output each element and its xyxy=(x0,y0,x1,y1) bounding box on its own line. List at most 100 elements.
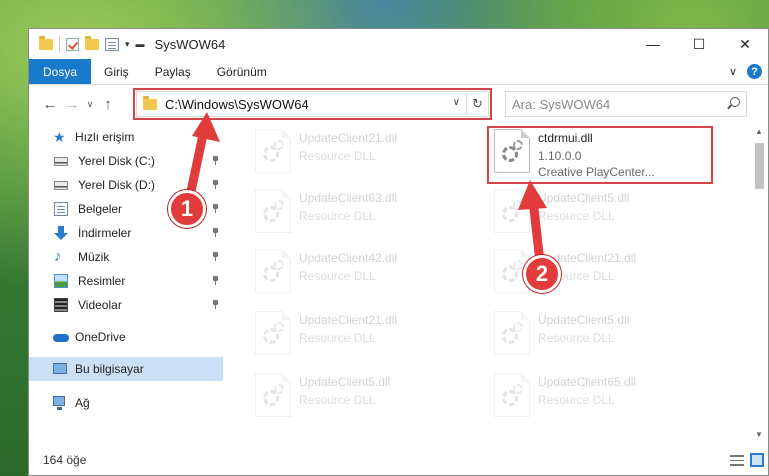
scroll-down-icon[interactable]: ▼ xyxy=(755,430,763,439)
star-icon: ★ xyxy=(53,129,66,145)
maximize-button[interactable]: ☐ xyxy=(676,29,722,59)
properties-check-icon[interactable] xyxy=(66,37,79,51)
dll-file-icon xyxy=(255,129,291,173)
file-name: UpdateClient65.dll xyxy=(538,375,637,389)
content-area: ★ Hızlı erişim Yerel Disk (C:) Yerel Dis… xyxy=(29,123,768,443)
sidebar-item-quick-access[interactable]: ★ Hızlı erişim xyxy=(29,125,223,149)
file-item[interactable]: UpdateClient65.dll Resource DLL xyxy=(490,369,715,425)
document-icon xyxy=(54,202,68,216)
file-name: UpdateClient5.dll xyxy=(538,313,630,327)
file-item[interactable]: UpdateClient5.dll Resource DLL xyxy=(490,307,715,363)
chevron-down-icon[interactable]: ▾ xyxy=(125,39,130,50)
dll-file-icon xyxy=(255,189,291,233)
file-item[interactable]: UpdateClient21.dll Resource DLL xyxy=(251,307,476,363)
status-bar: 164 öğe xyxy=(29,443,768,475)
properties-icon[interactable] xyxy=(105,37,119,51)
sidebar-item-label: Yerel Disk (D:) xyxy=(78,178,155,192)
file-type: Resource DLL xyxy=(538,209,615,223)
file-name: UpdateClient42.dll xyxy=(299,251,398,265)
pin-icon[interactable] xyxy=(212,156,219,165)
item-count: 164 öğe xyxy=(43,453,87,467)
tab-file[interactable]: Dosya xyxy=(29,59,92,84)
sidebar-item-label: Yerel Disk (C:) xyxy=(78,154,155,168)
sidebar-item-label: Bu bilgisayar xyxy=(75,362,144,376)
videos-icon xyxy=(54,298,68,312)
file-name: UpdateClient5.dll xyxy=(299,375,391,389)
up-button[interactable]: ↑ xyxy=(97,96,119,113)
file-item[interactable]: UpdateClient5.dll Resource DLL xyxy=(251,369,476,425)
sidebar-item-network[interactable]: Ağ xyxy=(29,391,223,415)
dll-file-icon xyxy=(494,189,530,233)
explorer-window: ▾ ▬ SysWOW64 — ☐ ✕ Dosya Giriş Paylaş Gö… xyxy=(28,28,769,476)
step-1-badge: 1 xyxy=(168,190,206,228)
pictures-icon xyxy=(54,274,68,288)
navigation-pane: ★ Hızlı erişim Yerel Disk (C:) Yerel Dis… xyxy=(29,123,223,443)
vertical-scrollbar[interactable]: ▲ ▼ xyxy=(751,123,768,443)
sidebar-item-label: OneDrive xyxy=(75,330,126,344)
sidebar-item-videos[interactable]: Videolar xyxy=(29,293,223,317)
file-name: UpdateClient21.dll xyxy=(299,131,398,145)
scroll-up-icon[interactable]: ▲ xyxy=(755,127,763,136)
tiles-view-icon[interactable] xyxy=(750,453,764,467)
tab-share[interactable]: Paylaş xyxy=(142,59,204,84)
file-type: Resource DLL xyxy=(299,149,376,163)
new-folder-icon[interactable] xyxy=(85,35,99,50)
step-2-badge: 2 xyxy=(523,255,561,293)
address-highlight-box xyxy=(133,88,492,120)
sidebar-item-pictures[interactable]: Resimler xyxy=(29,269,223,293)
file-highlight-box xyxy=(487,126,713,184)
file-type: Resource DLL xyxy=(538,331,615,345)
pin-icon[interactable] xyxy=(212,276,219,285)
pin-icon[interactable] xyxy=(212,228,219,237)
network-icon xyxy=(53,396,65,410)
details-view-icon[interactable] xyxy=(730,455,744,466)
file-name: UpdateClient21.dll xyxy=(299,313,398,327)
music-icon: ♪ xyxy=(54,248,62,265)
pin-icon[interactable] xyxy=(212,300,219,309)
expand-ribbon-icon[interactable]: ∨ xyxy=(729,65,737,78)
file-name: UpdateClient5.dll xyxy=(538,191,630,205)
tab-home[interactable]: Giriş xyxy=(91,59,142,84)
file-type: Resource DLL xyxy=(299,269,376,283)
recent-locations-button[interactable]: ∨ xyxy=(83,99,97,110)
file-type: Resource DLL xyxy=(299,209,376,223)
search-input[interactable]: Ara: SysWOW64 xyxy=(505,91,747,117)
scroll-thumb[interactable] xyxy=(755,143,764,189)
file-name: UpdateClient63.dll xyxy=(299,191,398,205)
close-button[interactable]: ✕ xyxy=(722,29,768,59)
help-icon[interactable]: ? xyxy=(747,64,762,79)
pin-icon[interactable] xyxy=(212,180,219,189)
computer-icon xyxy=(53,363,67,374)
sidebar-item-label: Belgeler xyxy=(78,202,123,216)
sidebar-item-this-pc[interactable]: Bu bilgisayar xyxy=(29,357,223,381)
file-item[interactable]: UpdateClient63.dll Resource DLL xyxy=(251,185,476,241)
folder-icon xyxy=(39,35,53,50)
sidebar-item-local-disk-c[interactable]: Yerel Disk (C:) xyxy=(29,149,223,173)
sidebar-item-music[interactable]: ♪ Müzik xyxy=(29,245,223,269)
sidebar-item-label: Hızlı erişim xyxy=(75,130,135,144)
sidebar-item-label: Ağ xyxy=(75,396,90,410)
minimize-button[interactable]: — xyxy=(630,29,676,59)
sidebar-item-label: Videolar xyxy=(78,298,122,312)
pin-icon[interactable] xyxy=(212,252,219,261)
file-item[interactable]: UpdateClient5.dll Resource DLL xyxy=(490,185,715,241)
pin-icon[interactable] xyxy=(212,204,219,213)
file-type: Resource DLL xyxy=(538,393,615,407)
dll-file-icon xyxy=(255,373,291,417)
sidebar-item-label: İndirmeler xyxy=(78,226,132,240)
file-type: Resource DLL xyxy=(299,331,376,345)
tab-view[interactable]: Görünüm xyxy=(204,59,280,84)
title-bar: ▾ ▬ SysWOW64 — ☐ ✕ xyxy=(29,29,768,59)
file-item[interactable]: UpdateClient21.dll Resource DLL xyxy=(251,125,476,181)
sidebar-item-label: Müzik xyxy=(78,250,110,264)
sidebar-item-onedrive[interactable]: OneDrive xyxy=(29,325,223,349)
file-item[interactable]: UpdateClient42.dll Resource DLL xyxy=(251,245,476,301)
file-list: UpdateClient21.dll Resource DLL UpdateCl… xyxy=(247,123,737,443)
download-icon xyxy=(54,226,68,240)
quick-access-toolbar: ▾ ▬ xyxy=(39,35,145,52)
back-button[interactable]: ← xyxy=(39,96,61,113)
search-icon[interactable] xyxy=(730,97,740,107)
customize-toolbar-icon[interactable]: ▬ xyxy=(136,39,145,49)
disk-icon xyxy=(54,157,68,166)
forward-button[interactable]: → xyxy=(61,96,83,113)
